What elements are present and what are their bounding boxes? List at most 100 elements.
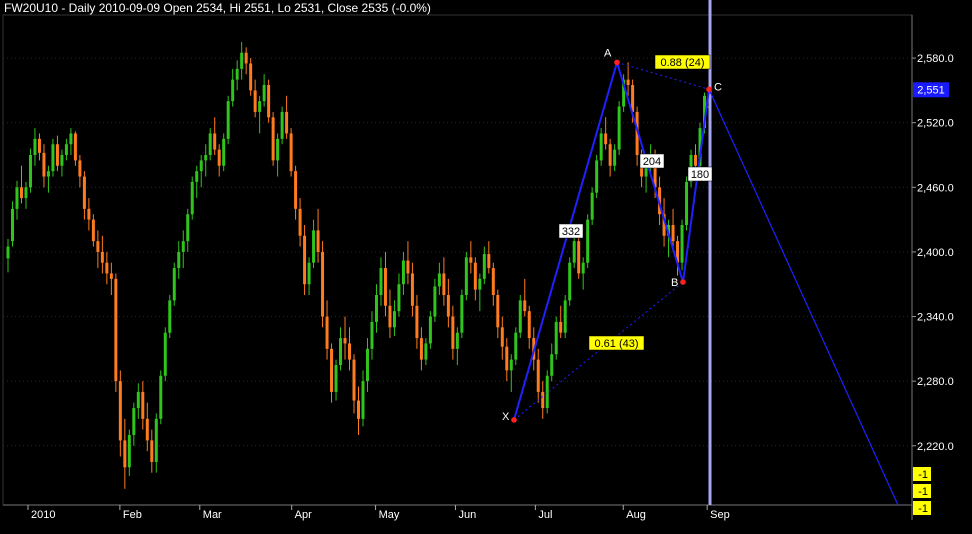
candle-body <box>96 241 100 252</box>
candle-body <box>51 144 55 172</box>
ratio-xb-label: 0.61 (43) <box>594 338 638 350</box>
candle-body <box>509 359 513 371</box>
candle-body <box>424 343 428 360</box>
candle-body <box>204 155 208 161</box>
candle-body <box>401 260 405 285</box>
y-tick-label: 2,340.0 <box>917 312 954 324</box>
candle-body <box>109 273 113 279</box>
ratio-ac-label: 0.88 (24) <box>660 57 704 69</box>
candle-body <box>321 251 325 317</box>
candle-body <box>599 133 603 161</box>
x-tick-label: 2010 <box>31 509 55 521</box>
indicator-label: -1 <box>918 469 928 481</box>
candle-body <box>235 68 239 80</box>
candle-body <box>181 241 185 252</box>
candle-body <box>339 338 343 365</box>
plot-frame <box>2 14 913 506</box>
candle-body <box>568 262 572 301</box>
candle-body <box>563 300 567 333</box>
projection-line <box>708 89 899 506</box>
candle-body <box>370 321 374 349</box>
candle-body <box>226 101 230 139</box>
candle-body <box>190 181 194 215</box>
candle-body <box>586 219 590 263</box>
candle-body <box>105 262 109 274</box>
candle-body <box>154 418 158 462</box>
candle-body <box>73 133 77 161</box>
candle-body <box>626 79 630 85</box>
candle-body <box>37 138 41 153</box>
candle-body <box>271 117 275 161</box>
pivot-label: B <box>671 277 678 289</box>
candle-body <box>280 111 284 139</box>
candle-body <box>348 343 352 360</box>
candle-body <box>10 208 14 242</box>
candle-body <box>123 440 127 468</box>
x-tick-label: Mar <box>203 509 222 521</box>
candle-body <box>357 400 360 419</box>
candle-body <box>446 295 450 317</box>
candle-body <box>608 144 612 166</box>
candle-body <box>186 214 190 242</box>
candle-body <box>222 138 226 166</box>
candle-body <box>415 305 419 339</box>
candle-body <box>680 225 684 263</box>
candle-body <box>604 133 608 145</box>
candle-body <box>33 138 37 155</box>
candle-body <box>267 85 271 118</box>
candle-body <box>496 295 500 328</box>
candle-body <box>91 219 95 242</box>
candle-body <box>114 278 118 382</box>
candle-body <box>240 52 244 69</box>
pivot-label: C <box>714 81 722 93</box>
candle-body <box>505 346 509 371</box>
candle-body <box>294 171 298 209</box>
candle-body <box>141 391 145 419</box>
candle-body <box>343 338 347 344</box>
candle-body <box>330 348 334 392</box>
candle-body <box>491 268 495 295</box>
pivot-point <box>614 59 620 66</box>
candle-body <box>406 260 410 274</box>
y-tick-label: 2,460.0 <box>917 182 954 194</box>
x-tick-label: Sep <box>710 509 730 521</box>
candle-body <box>46 171 50 177</box>
candle-body <box>613 149 617 166</box>
pivot-label: A <box>604 47 612 59</box>
candle-body <box>550 354 554 376</box>
candle-body <box>388 305 392 328</box>
candle-body <box>82 176 86 209</box>
candle-body <box>312 230 316 263</box>
price-chart[interactable]: 2,580.0 2,520.0 2,460.0 2,400.0 2,340.0 2,280… <box>0 0 972 534</box>
candle-body <box>536 359 540 392</box>
pivot-label: X <box>502 411 510 423</box>
candle-body <box>24 187 28 199</box>
x-tick-label: Aug <box>626 509 646 521</box>
candle-body <box>60 155 64 166</box>
leg-xa-label: 332 <box>562 226 580 238</box>
candle-body <box>671 225 675 242</box>
candle-body <box>213 133 217 150</box>
candle-body <box>199 160 203 172</box>
candle-body <box>572 241 576 263</box>
x-tick-label: Apr <box>295 509 312 521</box>
candle-body <box>482 254 486 279</box>
leg-ab-label: 204 <box>643 156 661 168</box>
pivot-point <box>706 86 712 93</box>
candle-body <box>208 133 212 155</box>
candle-body <box>451 316 455 349</box>
candle-body <box>217 149 221 166</box>
candle-body <box>694 155 698 166</box>
candle-body <box>258 101 262 112</box>
candle-body <box>352 359 356 401</box>
x-tick-label: Feb <box>123 509 142 521</box>
candle-body <box>554 321 558 355</box>
candle-body <box>132 408 136 435</box>
candle-body <box>383 268 387 306</box>
candle-body <box>325 316 329 349</box>
candle-body <box>145 418 149 441</box>
x-tick-label: May <box>379 509 400 521</box>
candle-body <box>541 391 545 409</box>
candle-body <box>231 79 235 102</box>
candle-body <box>487 254 491 269</box>
